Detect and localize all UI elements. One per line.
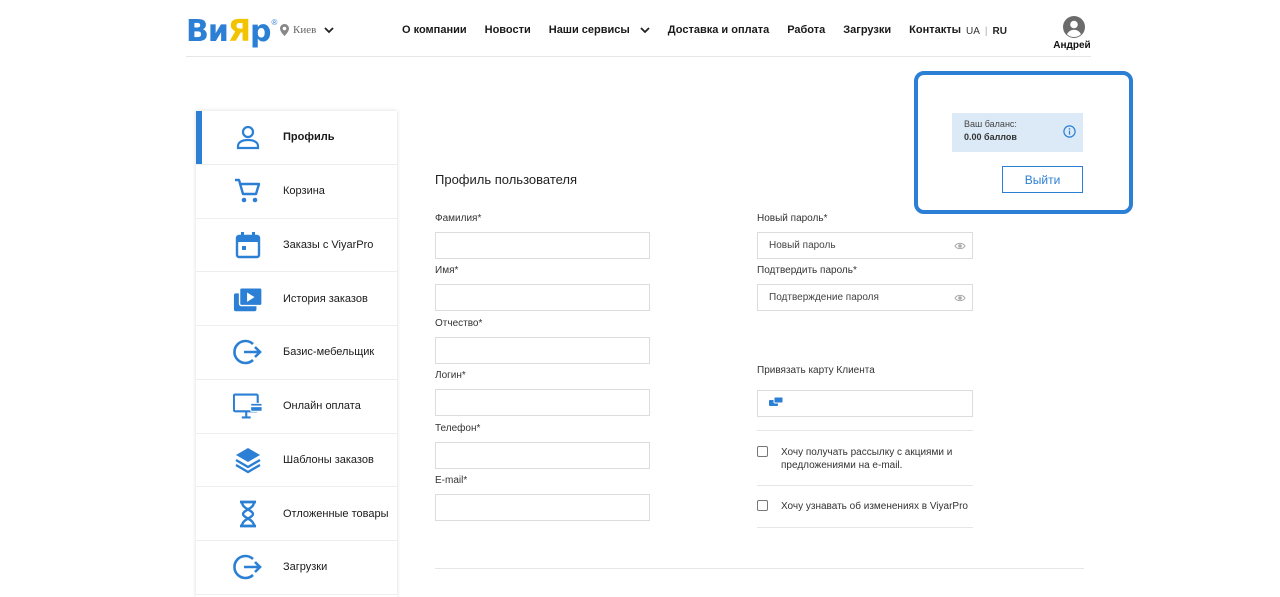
sidebar-item-viyarpro-orders[interactable]: Заказы с ViyarPro [196,219,397,273]
confirm-password-field[interactable] [757,284,973,311]
sidebar-item-label: Базис-мебельщик [283,346,375,359]
calendar-icon [233,230,263,260]
sidebar-item-profile[interactable]: Профиль [196,111,397,165]
page-title: Профиль пользователя [435,172,578,187]
logo-text-a: Ви [186,14,229,49]
last-name-label: Фамилия* [435,213,482,224]
sidebar-item-label: Профиль [283,131,335,144]
viyarpro-updates-label: Хочу узнавать об изменениях в ViyarPro [781,501,968,512]
balance-value: 0.00 баллов [964,132,1017,142]
divider [757,485,973,486]
logout-button[interactable]: Выйти [1002,166,1083,193]
sidebar-item-order-templates[interactable]: Шаблоны заказов [196,434,397,488]
lang-ru[interactable]: RU [993,26,1007,37]
phone-label: Телефон* [435,423,481,434]
nav-contacts[interactable]: Контакты [909,24,961,36]
client-card-field[interactable] [757,390,973,417]
divider [757,430,973,431]
language-switcher: UA | RU [966,26,1007,37]
monitor-card-icon [233,391,263,421]
sidebar-item-label: История заказов [283,292,368,305]
hourglass-icon [233,499,263,529]
divider [757,527,973,528]
login-label: Логин* [435,370,466,381]
logout-arrow-icon [233,552,263,582]
nav-services-label: Наши сервисы [548,24,630,36]
sidebar-item-label: Отложенные товары [283,507,389,520]
site-header: ВиЯр ® Киев О компании Новости Наши серв… [186,0,1091,57]
user-icon [233,122,263,152]
sidebar-item-saved-products[interactable]: Отложенные товары [196,487,397,541]
phone-field[interactable] [435,442,650,469]
sidebar-item-order-history[interactable]: История заказов [196,272,397,326]
balance-label: Ваш баланс: [964,119,1017,129]
nav-services[interactable]: Наши сервисы [549,24,650,36]
email-field[interactable] [435,494,650,521]
patronymic-label: Отчество* [435,318,483,329]
sidebar-item-downloads[interactable]: Загрузки [196,541,397,595]
chevron-down-icon [640,26,650,33]
patronymic-field[interactable] [435,337,650,364]
logo-registered-mark: ® [271,18,278,27]
cart-icon [233,176,263,206]
newsletter-label-line1: Хочу получать рассылку с акциями и [781,447,953,458]
user-name: Андрей [1053,40,1091,51]
confirm-password-label: Подтвердить пароль* [757,265,857,276]
sidebar-item-label: Заказы с ViyarPro [283,238,374,251]
login-field[interactable] [435,389,650,416]
nav-downloads[interactable]: Загрузки [843,24,891,36]
logo-text-c: р [250,14,272,49]
new-password-field[interactable] [757,232,973,259]
logout-arrow-icon [233,337,263,367]
last-name-field[interactable] [435,232,650,259]
first-name-label: Имя* [435,265,459,276]
layers-icon [233,445,263,475]
location-pin-icon [280,24,289,36]
lang-separator: | [984,26,988,37]
briefcase-play-icon [233,284,263,314]
avatar-icon [1063,16,1085,38]
info-icon[interactable] [1063,125,1076,138]
nav-jobs[interactable]: Работа [787,24,825,36]
form-footer-divider [435,568,1084,569]
viyarpro-updates-checkbox[interactable] [757,500,768,511]
sidebar-item-online-payment[interactable]: Онлайн оплата [196,380,397,434]
nav-delivery[interactable]: Доставка и оплата [668,24,769,36]
city-label: Киев [293,24,317,36]
email-label: E-mail* [435,475,468,486]
first-name-field[interactable] [435,284,650,311]
lang-ua[interactable]: UA [966,26,980,37]
chevron-down-icon [324,26,334,33]
sidebar-item-label: Загрузки [283,561,328,574]
main-nav: О компании Новости Наши сервисы Доставка… [402,24,979,36]
user-menu[interactable]: Андрей [1053,16,1094,51]
sidebar-item-label: Шаблоны заказов [283,453,374,466]
new-password-label: Новый пароль* [757,213,828,224]
client-card-label: Привязать карту Клиента [757,365,875,376]
sidebar-item-label: Онлайн оплата [283,400,361,413]
nav-about[interactable]: О компании [402,24,467,36]
eye-icon[interactable] [954,293,966,303]
viyarpro-updates-option[interactable]: Хочу узнавать об изменениях в ViyarPro [757,500,968,513]
sidebar-item-cart[interactable]: Корзина [196,165,397,219]
sidebar-item-label: Корзина [283,185,325,198]
nav-news[interactable]: Новости [485,24,531,36]
sidebar-item-basis[interactable]: Базис-мебельщик [196,326,397,380]
newsletter-checkbox[interactable] [757,446,768,457]
city-selector[interactable]: Киев [280,24,334,36]
eye-icon[interactable] [954,241,966,251]
logo[interactable]: ВиЯр ® [186,14,277,50]
account-sidebar: Профиль Корзина Заказы с ViyarPro Истори… [196,111,397,597]
logo-text-b: Я [227,14,251,49]
card-link-icon [769,397,783,406]
newsletter-option[interactable]: Хочу получать рассылку с акциями и предло… [757,446,952,472]
newsletter-label-line2: предложениями на e-mail. [781,460,903,471]
